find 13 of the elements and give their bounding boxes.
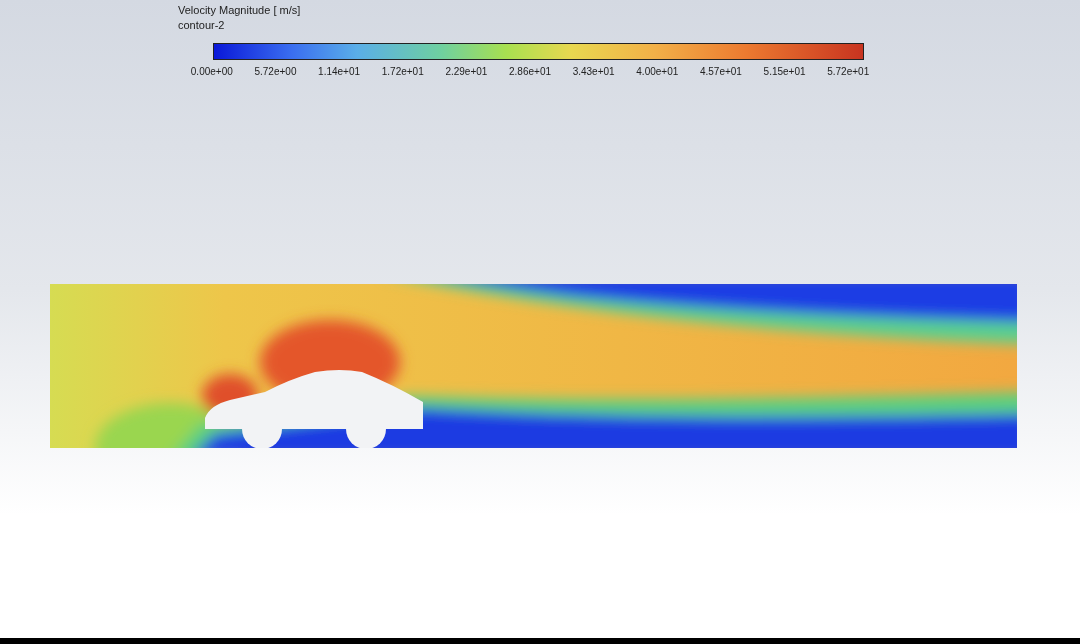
tick-label: 2.86e+01 (508, 65, 552, 79)
tick-label: 5.72e+01 (826, 65, 871, 79)
tick-label: 1.14e+01 (317, 65, 362, 79)
tick-label: 1.72e+01 (380, 65, 425, 79)
tick-label: 3.43e+01 (571, 65, 616, 79)
legend-title: Velocity Magnitude [ m/s] (178, 3, 302, 18)
tick-label: 4.57e+01 (698, 65, 743, 79)
tick-label: 4.00e+01 (635, 65, 680, 79)
legend-subtitle: contour-2 (178, 18, 226, 33)
tick-label: 2.29e+01 (444, 65, 489, 79)
tick-label: 0.00e+00 (189, 65, 234, 79)
tick-label: 5.72e+00 (253, 65, 298, 79)
tick-label: 5.15e+01 (762, 65, 807, 79)
